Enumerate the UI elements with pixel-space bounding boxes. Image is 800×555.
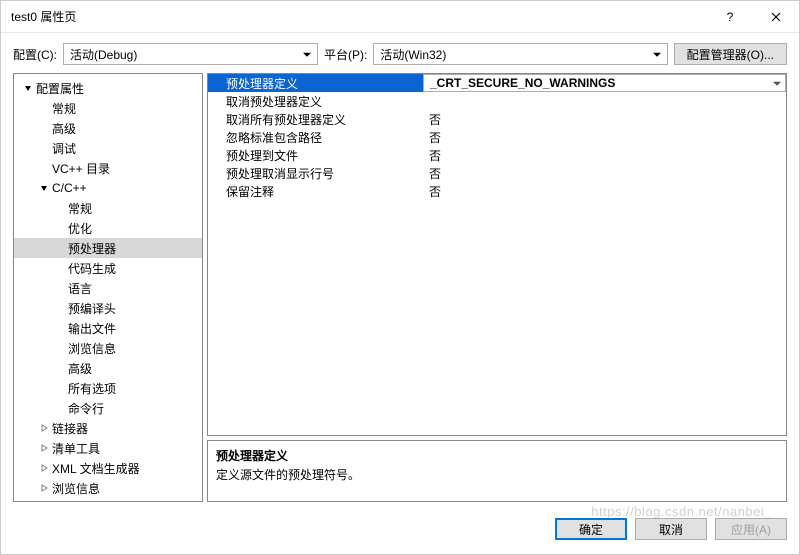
tree-item[interactable]: 预编译头 <box>14 298 202 318</box>
tree-label: 预编译头 <box>68 300 116 317</box>
prop-name: 预处理到文件 <box>208 146 423 164</box>
window-title: test0 属性页 <box>11 8 707 25</box>
tree-label: 常规 <box>68 200 92 217</box>
caret-down-icon <box>38 182 50 194</box>
prop-value[interactable] <box>423 92 786 110</box>
tree-ccpp[interactable]: C/C++ <box>14 178 202 198</box>
prop-name: 取消所有预处理器定义 <box>208 110 423 128</box>
help-icon: ? <box>727 10 734 24</box>
tree-label: 高级 <box>68 360 92 377</box>
tree-label: 代码生成 <box>68 260 116 277</box>
config-select-value: 活动(Debug) <box>70 46 137 63</box>
tree-label: 所有选项 <box>68 380 116 397</box>
prop-value[interactable]: 否 <box>423 128 786 146</box>
config-select[interactable]: 活动(Debug) <box>63 43 318 65</box>
close-button[interactable] <box>753 1 799 33</box>
prop-value[interactable]: 否 <box>423 146 786 164</box>
prop-row[interactable]: 取消预处理器定义 <box>208 92 786 110</box>
tree-label: C/C++ <box>52 181 87 195</box>
cancel-label: 取消 <box>659 521 683 538</box>
prop-name: 取消预处理器定义 <box>208 92 423 110</box>
tree-item[interactable]: 所有选项 <box>14 378 202 398</box>
prop-value[interactable]: 否 <box>423 110 786 128</box>
prop-row[interactable]: 取消所有预处理器定义否 <box>208 110 786 128</box>
prop-name: 忽略标准包含路径 <box>208 128 423 146</box>
tree-label: 输出文件 <box>68 320 116 337</box>
config-label: 配置(C): <box>13 46 57 63</box>
config-manager-label: 配置管理器(O)... <box>687 46 774 63</box>
prop-name: 保留注释 <box>208 182 423 200</box>
platform-select-value: 活动(Win32) <box>380 46 446 63</box>
tree-item[interactable]: XML 文档生成器 <box>14 458 202 478</box>
tree-item[interactable]: 常规 <box>14 98 202 118</box>
button-row: 确定 取消 应用(A) <box>1 510 799 554</box>
tree-item[interactable]: VC++ 目录 <box>14 158 202 178</box>
tree-item[interactable]: 输出文件 <box>14 318 202 338</box>
tree-label: XML 文档生成器 <box>52 460 140 477</box>
config-row: 配置(C): 活动(Debug) 平台(P): 活动(Win32) 配置管理器(… <box>1 33 799 73</box>
titlebar: test0 属性页 ? <box>1 1 799 33</box>
prop-row[interactable]: 保留注释否 <box>208 182 786 200</box>
ok-label: 确定 <box>579 521 603 538</box>
tree-item[interactable]: 代码生成 <box>14 258 202 278</box>
description-body: 定义源文件的预处理符号。 <box>216 466 778 483</box>
description-box: 预处理器定义 定义源文件的预处理符号。 <box>207 440 787 502</box>
prop-row-definitions[interactable]: 预处理器定义 _CRT_SECURE_NO_WARNINGS <box>208 74 786 92</box>
tree-item[interactable]: 高级 <box>14 358 202 378</box>
caret-right-icon <box>38 442 50 454</box>
tree-item[interactable]: 调试 <box>14 138 202 158</box>
tree-item[interactable]: 常规 <box>14 198 202 218</box>
tree-item[interactable]: 优化 <box>14 218 202 238</box>
tree-item[interactable]: 语言 <box>14 278 202 298</box>
tree-label: 配置属性 <box>36 80 84 97</box>
tree-label: 语言 <box>68 280 92 297</box>
tree-item[interactable]: 清单工具 <box>14 438 202 458</box>
config-manager-button[interactable]: 配置管理器(O)... <box>674 43 787 65</box>
tree-label: 调试 <box>52 140 76 157</box>
caret-right-icon <box>38 482 50 494</box>
tree-item[interactable]: 命令行 <box>14 398 202 418</box>
prop-value[interactable]: 否 <box>423 182 786 200</box>
prop-row[interactable]: 忽略标准包含路径否 <box>208 128 786 146</box>
property-tree[interactable]: 配置属性 常规 高级 调试 VC++ 目录 C/C++ 常规 优化 预处理器 代… <box>13 73 203 502</box>
prop-value[interactable]: 否 <box>423 164 786 182</box>
tree-label: 链接器 <box>52 420 88 437</box>
tree-root[interactable]: 配置属性 <box>14 78 202 98</box>
property-grid[interactable]: 预处理器定义 _CRT_SECURE_NO_WARNINGS 取消预处理器定义 … <box>207 73 787 436</box>
caret-down-icon <box>22 82 34 94</box>
tree-item[interactable]: 浏览信息 <box>14 478 202 498</box>
cancel-button[interactable]: 取消 <box>635 518 707 540</box>
apply-button[interactable]: 应用(A) <box>715 518 787 540</box>
description-title: 预处理器定义 <box>216 447 778 464</box>
apply-label: 应用(A) <box>731 521 771 538</box>
right-pane: 预处理器定义 _CRT_SECURE_NO_WARNINGS 取消预处理器定义 … <box>207 73 787 502</box>
tree-label: 浏览信息 <box>52 480 100 497</box>
caret-right-icon <box>38 462 50 474</box>
tree-label: 高级 <box>52 120 76 137</box>
tree-label: 优化 <box>68 220 92 237</box>
platform-select[interactable]: 活动(Win32) <box>373 43 667 65</box>
tree-label: 浏览信息 <box>68 340 116 357</box>
tree-label: 预处理器 <box>68 240 116 257</box>
close-icon <box>771 12 781 22</box>
prop-value-input[interactable]: _CRT_SECURE_NO_WARNINGS <box>423 74 786 92</box>
tree-item-preprocessor[interactable]: 预处理器 <box>14 238 202 258</box>
tree-item[interactable]: 高级 <box>14 118 202 138</box>
tree-item[interactable]: 链接器 <box>14 418 202 438</box>
tree-label: 常规 <box>52 100 76 117</box>
ok-button[interactable]: 确定 <box>555 518 627 540</box>
help-button[interactable]: ? <box>707 1 753 33</box>
tree-label: 清单工具 <box>52 440 100 457</box>
prop-name: 预处理器定义 <box>208 74 423 92</box>
prop-name: 预处理取消显示行号 <box>208 164 423 182</box>
tree-label: 命令行 <box>68 400 104 417</box>
prop-row[interactable]: 预处理取消显示行号否 <box>208 164 786 182</box>
main-area: 配置属性 常规 高级 调试 VC++ 目录 C/C++ 常规 优化 预处理器 代… <box>1 73 799 510</box>
platform-label: 平台(P): <box>324 46 367 63</box>
prop-row[interactable]: 预处理到文件否 <box>208 146 786 164</box>
caret-right-icon <box>38 422 50 434</box>
tree-item[interactable]: 浏览信息 <box>14 338 202 358</box>
tree-label: VC++ 目录 <box>52 160 110 177</box>
